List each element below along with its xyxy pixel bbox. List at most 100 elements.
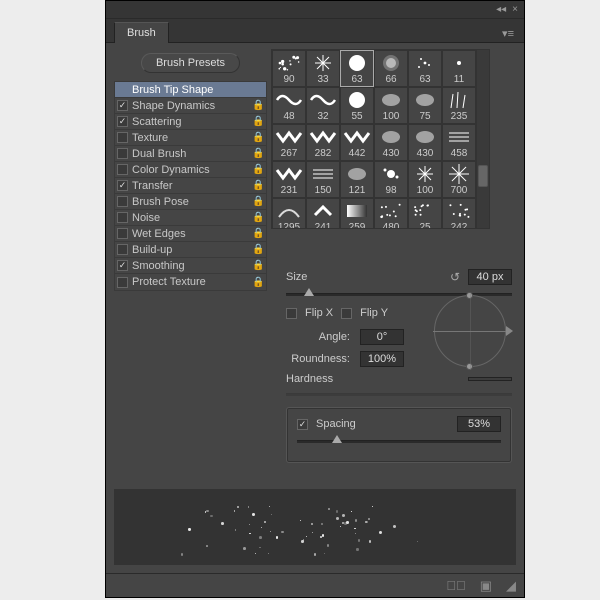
toggle-overlay-icon[interactable]: ✎⃞ bbox=[446, 578, 466, 593]
brush-tip-grid[interactable]: 90 33 63 66 63 11 483255 100 75 235 267 282442 430 43… bbox=[271, 49, 476, 229]
option-brush-tip-shape[interactable]: Brush Tip Shape bbox=[115, 82, 266, 98]
option-brush-pose[interactable]: Brush Pose🔒 bbox=[115, 194, 266, 210]
brush-tip-cell[interactable]: 121 bbox=[340, 161, 374, 198]
option-checkbox[interactable] bbox=[117, 116, 128, 127]
lock-icon[interactable]: 🔒 bbox=[252, 116, 263, 127]
option-checkbox[interactable] bbox=[117, 132, 128, 143]
footer-bar: ✎⃞ ▣ ◢ bbox=[106, 573, 524, 597]
hardness-input bbox=[468, 377, 512, 381]
hardness-label: Hardness bbox=[286, 373, 350, 385]
brush-tip-size: 100 bbox=[383, 111, 400, 122]
option-checkbox[interactable] bbox=[117, 212, 128, 223]
brush-tip-cell[interactable]: 480 bbox=[374, 198, 408, 229]
brush-tip-cell[interactable]: 98 bbox=[374, 161, 408, 198]
brush-tip-cell[interactable]: 259 bbox=[340, 198, 374, 229]
option-color-dynamics[interactable]: Color Dynamics🔒 bbox=[115, 162, 266, 178]
lock-icon[interactable]: 🔒 bbox=[252, 180, 263, 191]
brush-tip-cell[interactable]: 75 bbox=[408, 87, 442, 124]
option-noise[interactable]: Noise🔒 bbox=[115, 210, 266, 226]
brush-tip-cell[interactable]: 32 bbox=[306, 87, 340, 124]
brush-tip-size: 66 bbox=[385, 74, 396, 85]
brush-tip-size: 63 bbox=[419, 74, 430, 85]
tab-brush[interactable]: Brush bbox=[114, 22, 169, 43]
option-transfer[interactable]: Transfer🔒 bbox=[115, 178, 266, 194]
spacing-checkbox[interactable] bbox=[297, 419, 308, 430]
new-preset-icon[interactable]: ▣ bbox=[480, 578, 492, 594]
brush-tip-size: 75 bbox=[419, 111, 430, 122]
brush-tip-cell[interactable]: 100 bbox=[408, 161, 442, 198]
brush-tip-cell[interactable]: 25 bbox=[408, 198, 442, 229]
spacing-input[interactable]: 53% bbox=[457, 416, 501, 432]
brush-tip-cell[interactable]: 242 bbox=[442, 198, 476, 229]
options-column: Brush Presets Brush Tip ShapeShape Dynam… bbox=[106, 43, 271, 261]
scrollbar-thumb[interactable] bbox=[478, 165, 488, 187]
lock-icon[interactable]: 🔒 bbox=[252, 148, 263, 159]
option-scattering[interactable]: Scattering🔒 bbox=[115, 114, 266, 130]
brush-tip-cell[interactable]: 231 bbox=[272, 161, 306, 198]
brush-tip-cell[interactable]: 33 bbox=[306, 50, 340, 87]
lock-icon[interactable]: 🔒 bbox=[252, 164, 263, 175]
lock-icon[interactable]: 🔒 bbox=[252, 244, 263, 255]
lock-icon[interactable]: 🔒 bbox=[252, 228, 263, 239]
option-checkbox[interactable] bbox=[117, 164, 128, 175]
brush-tip-size: 33 bbox=[317, 74, 328, 85]
option-checkbox[interactable] bbox=[117, 244, 128, 255]
brush-tip-cell[interactable]: 63 bbox=[340, 50, 374, 87]
size-input[interactable]: 40 px bbox=[468, 269, 512, 285]
option-checkbox[interactable] bbox=[117, 196, 128, 207]
brush-tip-cell[interactable]: 282 bbox=[306, 124, 340, 161]
brush-tip-cell[interactable]: 90 bbox=[272, 50, 306, 87]
brush-tip-cell[interactable]: 150 bbox=[306, 161, 340, 198]
trash-icon[interactable]: ◢ bbox=[506, 578, 516, 594]
reset-size-icon[interactable]: ↺ bbox=[450, 270, 460, 284]
brush-tip-cell[interactable]: 241 bbox=[306, 198, 340, 229]
close-icon[interactable]: × bbox=[512, 4, 518, 15]
option-checkbox[interactable] bbox=[117, 148, 128, 159]
option-checkbox[interactable] bbox=[117, 100, 128, 111]
brush-tip-cell[interactable]: 66 bbox=[374, 50, 408, 87]
angle-control[interactable] bbox=[434, 295, 506, 367]
angle-input[interactable]: 0° bbox=[360, 329, 404, 345]
brush-tip-cell[interactable]: 100 bbox=[374, 87, 408, 124]
flipx-checkbox[interactable] bbox=[286, 308, 297, 319]
collapse-icon[interactable]: ◂◂ bbox=[496, 4, 506, 15]
option-shape-dynamics[interactable]: Shape Dynamics🔒 bbox=[115, 98, 266, 114]
lock-icon[interactable]: 🔒 bbox=[252, 100, 263, 111]
brush-tip-cell[interactable]: 700 bbox=[442, 161, 476, 198]
option-label: Wet Edges bbox=[132, 228, 252, 240]
spacing-slider[interactable] bbox=[297, 438, 501, 444]
brush-tip-cell[interactable]: 267 bbox=[272, 124, 306, 161]
roundness-input[interactable]: 100% bbox=[360, 351, 404, 367]
brush-presets-button[interactable]: Brush Presets bbox=[141, 53, 240, 73]
option-wet-edges[interactable]: Wet Edges🔒 bbox=[115, 226, 266, 242]
brush-tip-cell[interactable]: 430 bbox=[408, 124, 442, 161]
flipy-checkbox[interactable] bbox=[341, 308, 352, 319]
brush-tip-size: 63 bbox=[351, 74, 362, 85]
lock-icon[interactable]: 🔒 bbox=[252, 132, 263, 143]
brush-tip-cell[interactable]: 458 bbox=[442, 124, 476, 161]
brush-tip-swatch bbox=[308, 126, 338, 148]
option-checkbox[interactable] bbox=[117, 180, 128, 191]
brush-tip-cell[interactable]: 48 bbox=[272, 87, 306, 124]
scrollbar[interactable] bbox=[476, 49, 490, 229]
brush-tip-cell[interactable]: 11 bbox=[442, 50, 476, 87]
option-dual-brush[interactable]: Dual Brush🔒 bbox=[115, 146, 266, 162]
flyout-menu-icon[interactable]: ▾≡ bbox=[498, 25, 518, 42]
brush-tip-swatch bbox=[274, 52, 304, 74]
brush-tip-size: 259 bbox=[349, 222, 366, 229]
brush-tip-cell[interactable]: 235 bbox=[442, 87, 476, 124]
brush-tip-cell[interactable]: 63 bbox=[408, 50, 442, 87]
brush-tip-size: 267 bbox=[281, 148, 298, 159]
brush-tip-cell[interactable]: 442 bbox=[340, 124, 374, 161]
brush-tips-column: 90 33 63 66 63 11 483255 100 75 235 267 282442 430 43… bbox=[271, 43, 524, 261]
lock-icon[interactable]: 🔒 bbox=[252, 196, 263, 207]
option-texture[interactable]: Texture🔒 bbox=[115, 130, 266, 146]
brush-tip-cell[interactable]: 55 bbox=[340, 87, 374, 124]
lock-icon[interactable]: 🔒 bbox=[252, 212, 263, 223]
brush-tip-swatch bbox=[274, 126, 304, 148]
brush-tip-size: 430 bbox=[383, 148, 400, 159]
brush-tip-cell[interactable]: 430 bbox=[374, 124, 408, 161]
brush-tip-cell[interactable]: 1295 bbox=[272, 198, 306, 229]
option-checkbox[interactable] bbox=[117, 228, 128, 239]
option-build-up[interactable]: Build-up🔒 bbox=[115, 242, 266, 258]
